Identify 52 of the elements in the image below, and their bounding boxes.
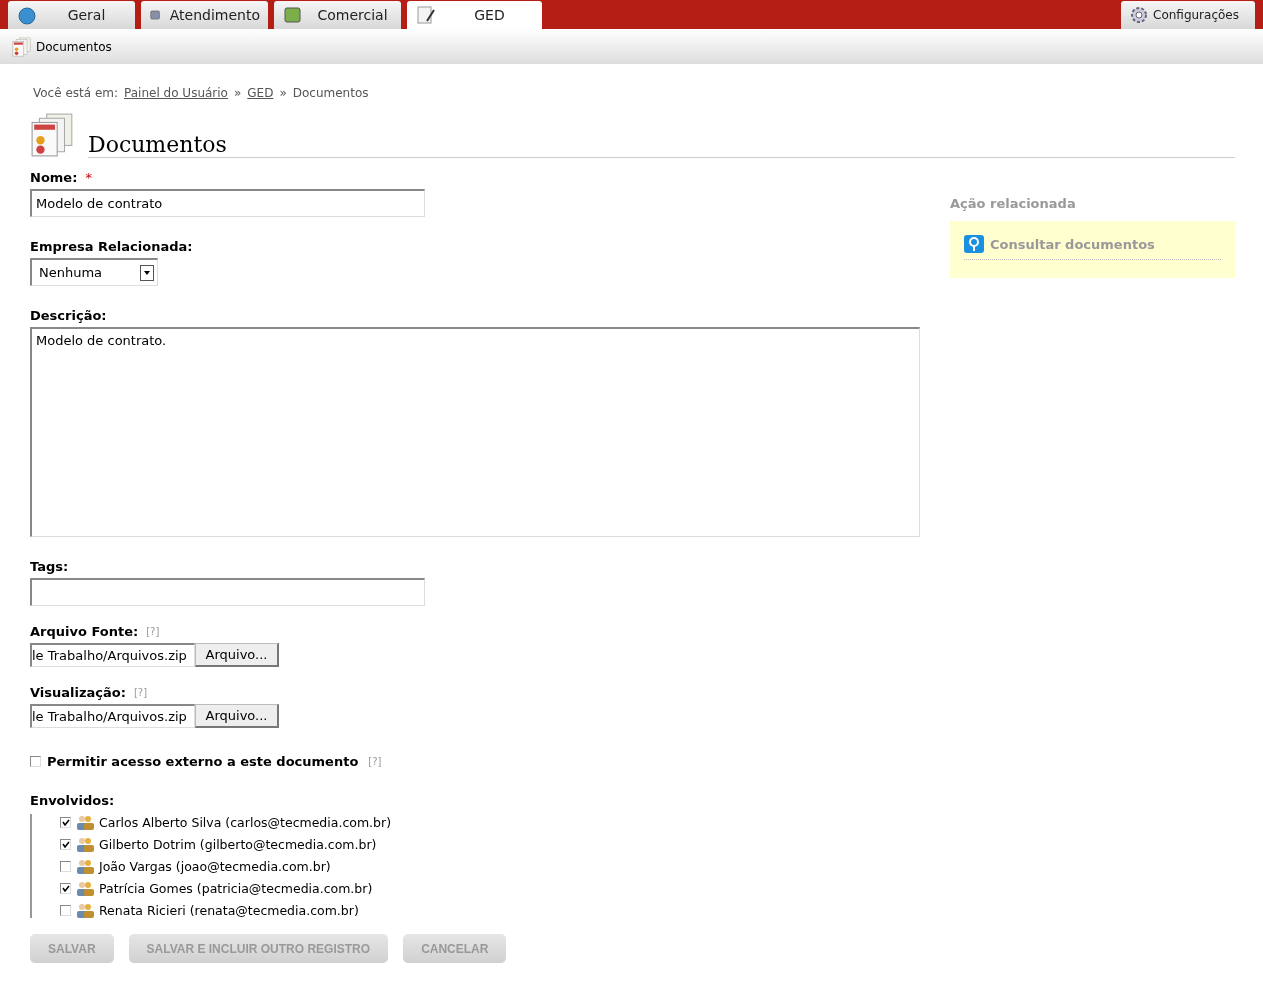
field-label: Envolvidos: <box>30 793 115 808</box>
breadcrumb-separator: » <box>279 86 287 100</box>
tags-field[interactable] <box>30 578 425 606</box>
globe-icon <box>16 5 38 25</box>
sidebar-title: Ação relacionada <box>950 196 1077 211</box>
module-tab[interactable]: Geral <box>8 1 135 29</box>
name-field[interactable]: Modelo de contrato <box>30 189 425 217</box>
checkbox-label: Permitir acesso externo a este documento <box>47 754 359 769</box>
module-tab[interactable]: GED <box>407 1 542 29</box>
field-label: Nome: <box>30 170 78 185</box>
breadcrumb-separator: » <box>233 86 242 100</box>
settings-icon <box>1129 5 1149 25</box>
people-icon <box>76 858 94 874</box>
checkbox[interactable] <box>60 816 71 828</box>
document-icon <box>415 5 437 25</box>
people-icon <box>76 902 94 918</box>
browse-button[interactable]: Arquivo... <box>195 704 279 728</box>
checkbox[interactable] <box>30 756 41 767</box>
person-label: Renata Ricieri (renata@tecmedia.com.br) <box>99 902 359 918</box>
person-label: Carlos Alberto Silva (carlos@tecmedia.com.br) <box>99 814 392 830</box>
breadcrumb-link[interactable]: Painel do Usuário <box>124 86 228 100</box>
person-label: Gilberto Dotrim (gilberto@tecmedia.com.br) <box>99 836 377 852</box>
subnav-item[interactable]: Documentos <box>36 39 112 54</box>
checkbox[interactable] <box>60 860 71 872</box>
browse-button[interactable]: Arquivo... <box>195 643 279 667</box>
breadcrumb-prefix: Você está em: <box>33 86 119 100</box>
checkbox[interactable] <box>60 838 71 850</box>
people-icon <box>76 880 94 896</box>
page-title: Documentos <box>88 132 1235 158</box>
person-label: João Vargas (joao@tecmedia.com.br) <box>99 858 331 874</box>
field-label: Tags: <box>30 559 69 574</box>
company-select[interactable]: Nenhuma <box>30 258 158 286</box>
field-label: Arquivo Fonte: <box>30 624 139 639</box>
people-icon <box>76 836 94 852</box>
description-field[interactable]: Modelo de contrato. <box>30 327 920 537</box>
breadcrumb-link[interactable]: GED <box>247 86 274 100</box>
settings-tab[interactable]: Configurações <box>1121 1 1255 29</box>
field-label: Visualização: <box>30 685 126 700</box>
file-path-field[interactable]: le Trabalho/Arquivos.zip <box>30 643 195 667</box>
person-label: Patrícia Gomes (patricia@tecmedia.com.br) <box>99 880 373 896</box>
module-tab[interactable]: Comercial <box>274 1 401 29</box>
field-label: Empresa Relacionada: <box>30 239 193 254</box>
checkbox[interactable] <box>60 904 71 916</box>
field-label: Descrição: <box>30 308 107 323</box>
breadcrumb-current: Documentos <box>292 86 369 100</box>
people-icon <box>76 814 94 830</box>
documents-icon <box>12 36 32 57</box>
module-tab[interactable]: Atendimento <box>141 1 268 29</box>
checkbox[interactable] <box>60 882 71 894</box>
file-path-field[interactable]: le Trabalho/Arquivos.zip <box>30 704 195 728</box>
caret-icon <box>140 264 154 281</box>
required-mark: * <box>85 170 92 185</box>
